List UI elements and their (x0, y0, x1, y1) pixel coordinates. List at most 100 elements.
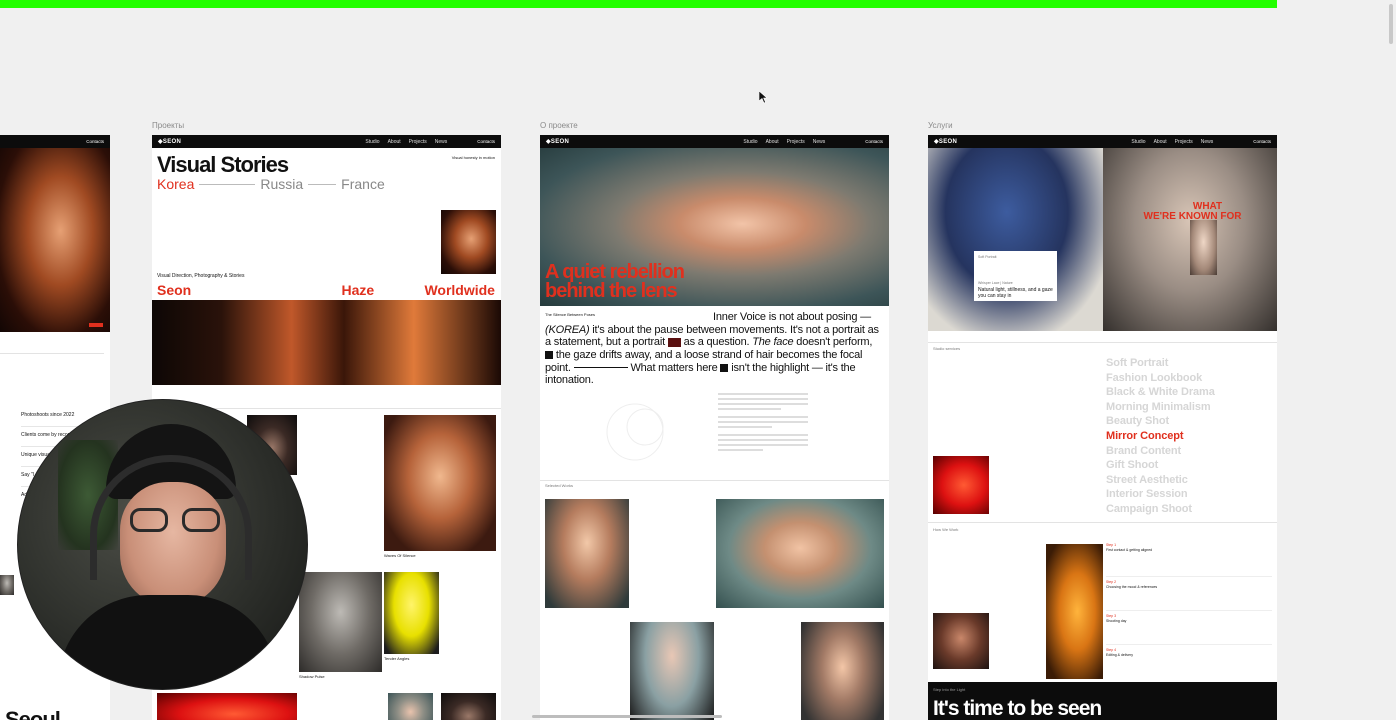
nav-contacts[interactable]: Contacts (1253, 139, 1271, 144)
work-photo[interactable] (630, 622, 714, 720)
service-item-active[interactable]: Mirror Concept (1106, 429, 1215, 444)
left-hero-photo (0, 148, 110, 332)
services-hero-photo-left (928, 148, 1103, 331)
statement-text: What matters here (630, 361, 718, 374)
frame-label-services: Услуги (928, 121, 953, 130)
service-item[interactable]: Gift Shoot (1106, 458, 1215, 473)
service-item[interactable]: Fashion Lookbook (1106, 371, 1215, 386)
nav-projects[interactable]: Projects (409, 139, 427, 145)
vertical-scrollbar[interactable] (1389, 4, 1393, 44)
steps: Step 1 First contact & getting aligned St… (1106, 543, 1272, 679)
divider (928, 342, 1277, 343)
webcam-overlay[interactable] (17, 399, 308, 690)
nav-projects[interactable]: Projects (787, 139, 805, 145)
divider (540, 480, 889, 481)
gallery-photo-red (157, 693, 297, 720)
location-russia[interactable]: Russia (260, 176, 303, 192)
nav-contacts[interactable]: Contacts (86, 139, 104, 144)
services-hero-heading: WHAT WE'RE KNOWN FOR (1130, 202, 1255, 222)
tagline: Visual Direction, Photography & Stories (157, 273, 245, 279)
services-nav: ◆SEON Studio About Projects News Contact… (928, 135, 1277, 148)
statement-text: The face (752, 336, 794, 349)
logo[interactable]: ◆SEON (546, 138, 569, 145)
nav-contacts[interactable]: Contacts (865, 139, 883, 144)
nav-studio[interactable]: Studio (1131, 139, 1145, 145)
statement-line (573, 367, 628, 369)
frame-label-projects: Проекты (152, 121, 185, 130)
gallery-photo-tender[interactable] (384, 572, 439, 654)
work-photo[interactable] (545, 499, 629, 608)
caption: Shadow Pulse (299, 674, 325, 679)
service-item[interactable]: Beauty Shot (1106, 414, 1215, 429)
nav-studio[interactable]: Studio (743, 139, 757, 145)
service-item[interactable]: Brand Content (1106, 444, 1215, 459)
statement-text: Inner Voice is not about posing — (713, 311, 871, 323)
gallery-photo (388, 693, 433, 720)
services-frame[interactable]: ◆SEON Studio About Projects News Contact… (928, 135, 1277, 720)
nav-about[interactable]: About (388, 139, 401, 145)
footer-small: Step into the Light (933, 687, 966, 692)
left-bottom-title: Seoul (5, 707, 61, 720)
horizontal-scrollbar[interactable] (532, 715, 722, 718)
service-preview-photo (933, 456, 989, 514)
big-words: Seon Haze Worldwide (157, 282, 495, 298)
big-word: Haze (341, 282, 375, 298)
service-item[interactable]: Street Aesthetic (1106, 473, 1215, 488)
card-text: Natural light, stillness, and a gaze you… (978, 287, 1053, 299)
nav-projects[interactable]: Projects (1175, 139, 1193, 145)
inline-photo (667, 337, 681, 347)
nav-contacts[interactable]: Contacts (477, 139, 495, 144)
hero-side-text: Visual honesty in motion (451, 155, 495, 160)
service-item[interactable]: Campaign Shoot (1106, 502, 1215, 517)
arrow-cursor-icon (759, 91, 768, 104)
step-label: Step 2 (1106, 580, 1117, 584)
projects-nav: ◆SEON Studio About Projects News Contact… (152, 135, 501, 148)
how-photo-small (933, 613, 989, 669)
about-hero-title: A quiet rebellion behind the lens (545, 262, 685, 301)
about-body-text (718, 393, 808, 451)
logo[interactable]: ◆SEON (934, 138, 957, 145)
service-item[interactable]: Black & White Drama (1106, 385, 1215, 400)
location-line (199, 183, 256, 185)
caption: Waves Of Silence (384, 553, 416, 558)
work-photo[interactable] (716, 499, 884, 608)
logo[interactable]: ◆SEON (158, 138, 181, 145)
work-photo[interactable] (801, 622, 884, 720)
soft-portrait-card[interactable]: Soft Portrait Whisper Lace | Nature Natu… (974, 251, 1057, 301)
divider (0, 353, 104, 354)
nav-news[interactable]: News (1201, 139, 1214, 145)
service-item[interactable]: Soft Portrait (1106, 356, 1215, 371)
caption: Tender Angles (384, 656, 410, 661)
left-small-photo (0, 575, 14, 595)
step-title: First contact & getting aligned (1106, 547, 1153, 552)
services-list: Soft Portrait Fashion Lookbook Black & W… (1106, 356, 1215, 517)
nav-about[interactable]: About (766, 139, 779, 145)
wide-banner-photo (152, 300, 501, 385)
hero-small-photo (441, 210, 496, 274)
nav-about[interactable]: About (1154, 139, 1167, 145)
how-photo-large (1046, 544, 1103, 679)
card-subtitle: Whisper Lace | Nature (978, 281, 1013, 285)
card-title: Soft Portrait (978, 255, 997, 259)
nav-studio[interactable]: Studio (365, 139, 379, 145)
location-line (308, 183, 337, 185)
service-item[interactable]: Interior Session (1106, 487, 1215, 502)
service-item[interactable]: Morning Minimalism (1106, 400, 1215, 415)
gallery-photo-waves[interactable] (384, 415, 496, 551)
square-icon (720, 363, 729, 372)
gallery-photo (441, 693, 496, 720)
step-label: Step 1 (1106, 543, 1117, 547)
statement-text: doesn't perform, (796, 336, 873, 349)
decorative-circles (606, 403, 664, 461)
gallery-photo-shadow[interactable] (299, 572, 382, 672)
step-label: Step 4 (1106, 648, 1117, 652)
left-frame-nav: Contacts (0, 135, 110, 148)
step-title: Editing & delivery (1106, 652, 1134, 657)
nav-news[interactable]: News (435, 139, 448, 145)
nav-news[interactable]: News (813, 139, 826, 145)
statement-text: (KOREA) (545, 323, 590, 336)
location-france[interactable]: France (341, 176, 385, 192)
location-korea[interactable]: Korea (157, 176, 194, 192)
about-frame[interactable]: ◆SEON Studio About Projects News Contact… (540, 135, 889, 720)
how-label: How We Work (933, 527, 959, 532)
